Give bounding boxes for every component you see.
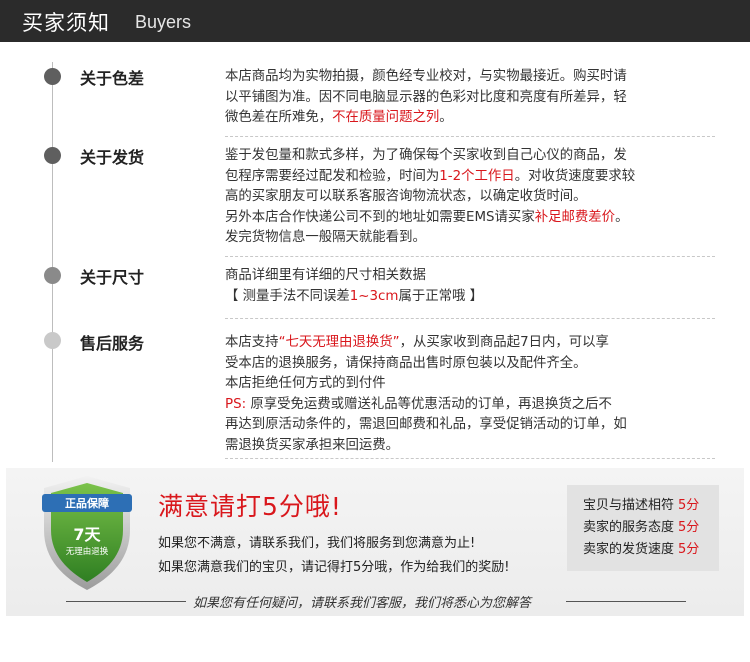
footer-rule-right xyxy=(566,601,686,602)
body-text: 。 xyxy=(615,209,629,225)
section-line: 发完货物信息一般隔天就能看到。 xyxy=(225,228,695,249)
body-text: 再达到原活动条件的，需退回邮费和礼品，享受促销活动的订单，如 xyxy=(225,417,627,432)
body-text: 。对收货速度要求较 xyxy=(514,168,636,184)
body-text: 原享受免运费或赠送礼品等优惠活动的订单，再退换货之后不 xyxy=(246,396,612,412)
highlight-text: 不在质量问题之列 xyxy=(332,110,440,125)
section-line: PS: 原享受免运费或赠送礼品等优惠活动的订单，再退换货之后不 xyxy=(225,395,695,416)
rating-score: 5分 xyxy=(678,498,700,513)
section-title-size: 关于尺寸 xyxy=(80,268,145,287)
header-title-en: Buyers xyxy=(135,12,192,32)
rating-row: 卖家的服务态度 5分 xyxy=(583,517,719,539)
highlight-text: 1-2个工作日 xyxy=(439,168,515,184)
section-line: 本店支持“七天无理由退换货”，从买家收到商品起7日内，可以享 xyxy=(225,333,695,354)
body-text: 本店拒绝任何方式的到付件 xyxy=(225,376,386,391)
section-divider xyxy=(225,136,715,137)
badge-sub-label: 无理由退换 xyxy=(66,546,109,557)
header-title-cn: 买家须知 xyxy=(22,11,110,35)
body-text: 本店商品均为实物拍摄，颜色经专业校对，与实物最接近。购买时请 xyxy=(225,69,627,84)
body-text: 包程序需要经过配发和检验，时间为 xyxy=(225,168,440,184)
section-line: 鉴于发包量和款式多样，为了确保每个买家收到自己心仪的商品，发 xyxy=(225,146,695,167)
section-line: 本店拒绝任何方式的到付件 xyxy=(225,374,695,395)
guarantee-shield-icon: 正品保障 7天 无理由退换 xyxy=(42,476,132,590)
rating-label: 卖家的发货速度 xyxy=(583,542,675,557)
highlight-text: 1~3cm xyxy=(349,288,399,304)
body-text: 以平铺图为准。因不同电脑显示器的色彩对比度和亮度有所差异，轻 xyxy=(225,89,627,105)
body-text: 商品详细里有详细的尺寸相关数据 xyxy=(225,268,426,283)
timeline-dot-icon xyxy=(44,267,61,284)
rating-row: 宝贝与描述相符 5分 xyxy=(583,495,719,517)
section-divider xyxy=(225,318,715,319)
body-text: 另外本店合作快递公司不到的地址如需要EMS请买家 xyxy=(225,209,535,225)
section-body-size: 商品详细里有详细的尺寸相关数据【 测量手法不同误差1~3cm属于正常哦 】 xyxy=(225,266,695,307)
body-text: 需退换货买家承担来回运费。 xyxy=(225,437,400,453)
body-text: 属于正常哦 】 xyxy=(398,288,484,304)
rating-box: 宝贝与描述相符 5分 卖家的服务态度 5分 卖家的发货速度 5分 xyxy=(567,485,719,571)
section-body-aftersales: 本店支持“七天无理由退换货”，从买家收到商品起7日内，可以享 受本店的退换服务，请… xyxy=(225,333,695,456)
timeline-dot-icon xyxy=(44,68,61,85)
section-line: 以平铺图为准。因不同电脑显示器的色彩对比度和亮度有所差异，轻 xyxy=(225,88,695,109)
body-text: 受本店的退换服务，请保持商品出售时原包装以及配件齐全。 xyxy=(225,355,587,371)
rating-label: 宝贝与描述相符 xyxy=(583,498,675,513)
section-line: 受本店的退换服务，请保持商品出售时原包装以及配件齐全。 xyxy=(225,354,695,375)
timeline-dot-icon xyxy=(44,332,61,349)
section-line: 商品详细里有详细的尺寸相关数据 xyxy=(225,266,695,287)
footer-note: 如果您有任何疑问，请联系我们客服，我们将悉心为您解答 xyxy=(193,596,532,611)
highlight-text: 补足邮费差价 xyxy=(534,209,616,225)
body-text: 高的买家朋友可以联系客服咨询物流状态，以确定收货时间。 xyxy=(225,189,587,204)
section-line: 另外本店合作快递公司不到的地址如需要EMS请买家补足邮费差价。 xyxy=(225,208,695,229)
footer-rule-left xyxy=(66,601,186,602)
section-title-color: 关于色差 xyxy=(80,69,145,88)
highlight-text: “七天无理由退换货” xyxy=(278,335,400,350)
section-line: 高的买家朋友可以联系客服咨询物流状态，以确定收货时间。 xyxy=(225,187,695,208)
body-text: ，从买家收到商品起7日内，可以享 xyxy=(399,335,609,350)
satisfaction-line-2: 如果您满意我们的宝贝，请记得打5分哦，作为给我们的奖励! xyxy=(158,560,510,575)
section-line: 需退换货买家承担来回运费。 xyxy=(225,436,695,457)
body-text: 本店支持 xyxy=(225,335,279,350)
badge-top-label: 正品保障 xyxy=(65,496,109,510)
body-text: 【 测量手法不同误差 xyxy=(225,288,350,304)
section-line: 本店商品均为实物拍摄，颜色经专业校对，与实物最接近。购买时请 xyxy=(225,67,695,88)
rating-row: 卖家的发货速度 5分 xyxy=(583,539,719,561)
section-line: 【 测量手法不同误差1~3cm属于正常哦 】 xyxy=(225,287,695,308)
section-body-color: 本店商品均为实物拍摄，颜色经专业校对，与实物最接近。购买时请 以平铺图为准。因不同… xyxy=(225,67,695,129)
badge-days: 7天 xyxy=(73,525,101,544)
section-title-shipping: 关于发货 xyxy=(80,148,145,167)
satisfaction-line-1: 如果您不满意，请联系我们，我们将服务到您满意为止! xyxy=(158,536,476,551)
section-line: 再达到原活动条件的，需退回邮费和礼品，享受促销活动的订单，如 xyxy=(225,415,695,436)
body-text: 发完货物信息一般隔天就能看到。 xyxy=(225,230,426,245)
timeline-line xyxy=(52,62,53,462)
rating-score: 5分 xyxy=(678,542,700,557)
section-title-aftersales: 售后服务 xyxy=(80,334,145,353)
satisfaction-title: 满意请打5分哦! xyxy=(158,492,342,521)
body-text: 微色差在所难免， xyxy=(225,110,333,125)
body-text: 。 xyxy=(439,110,453,125)
rating-score: 5分 xyxy=(678,520,700,535)
timeline-dot-icon xyxy=(44,147,61,164)
section-body-shipping: 鉴于发包量和款式多样，为了确保每个买家收到自己心仪的商品，发 包程序需要经过配发和… xyxy=(225,146,695,249)
rating-label: 卖家的服务态度 xyxy=(583,520,675,535)
section-line: 微色差在所难免，不在质量问题之列。 xyxy=(225,108,695,129)
highlight-text: PS: xyxy=(225,396,247,412)
page-header: 买家须知 Buyers xyxy=(0,0,750,42)
section-divider xyxy=(225,256,715,257)
section-divider xyxy=(225,458,715,459)
body-text: 鉴于发包量和款式多样，为了确保每个买家收到自己心仪的商品，发 xyxy=(225,148,627,163)
section-line: 包程序需要经过配发和检验，时间为1-2个工作日。对收货速度要求较 xyxy=(225,167,695,188)
